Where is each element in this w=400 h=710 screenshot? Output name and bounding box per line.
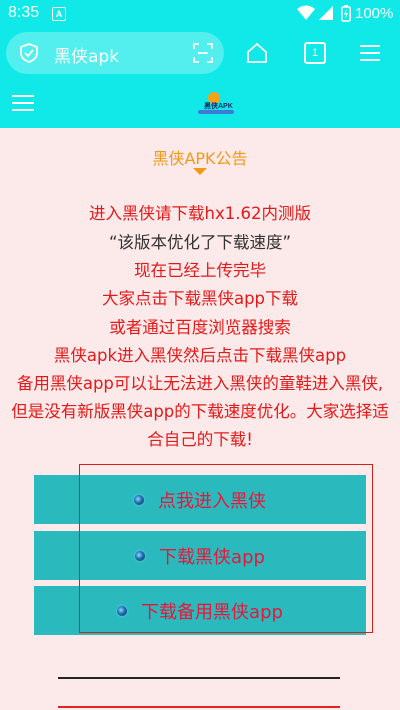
download-backup-app-button[interactable]: 下载备用黑侠app	[34, 586, 366, 635]
button-label: 下载备用黑侠app	[141, 601, 283, 623]
logo-text: 黑侠APK	[204, 103, 233, 110]
button-label: 点我进入黑侠	[158, 490, 266, 512]
message-line: 现在已经上传完毕	[134, 261, 266, 280]
wifi-icon	[297, 5, 315, 20]
status-time: 8:35	[8, 4, 40, 21]
message-line: 或者通过百度浏览器搜索	[109, 318, 291, 337]
tabs-button[interactable]: 1	[304, 42, 326, 64]
divider	[58, 677, 340, 679]
site-header: 黑侠APK	[0, 80, 400, 128]
message-paragraph: 备用黑侠app可以让无法进入黑侠的童鞋进入黑侠,但是没有新版黑侠app的下载速度…	[11, 374, 389, 449]
message-line: 进入黑侠请下载hx1.62内测版	[89, 204, 311, 223]
menu-icon[interactable]	[360, 44, 380, 62]
battery-percent: 100%	[355, 5, 394, 22]
signal-icon	[319, 6, 333, 20]
browser-toolbar: 黑侠apk 1	[0, 28, 400, 80]
notice-heading: 黑侠APK公告	[152, 149, 248, 168]
status-bar: 8:35 A 100%	[0, 0, 400, 28]
home-icon[interactable]	[246, 42, 268, 64]
divider-red	[58, 706, 340, 708]
hamburger-icon[interactable]	[12, 94, 34, 112]
caret-down-icon	[193, 168, 207, 175]
page-title: 黑侠apk	[54, 47, 120, 67]
button-label: 下载黑侠app	[159, 546, 265, 568]
scan-icon[interactable]	[192, 42, 214, 64]
glow-dot-icon	[117, 605, 128, 616]
message-line: 大家点击下载黑侠app下载	[101, 289, 299, 308]
glow-dot-icon	[135, 550, 146, 561]
battery-icon	[341, 5, 351, 22]
glow-dot-icon	[134, 494, 144, 505]
message-line: “该版本优化了下载速度”	[108, 233, 292, 252]
notification-icon: A	[52, 7, 66, 21]
site-logo[interactable]: 黑侠APK	[198, 92, 234, 116]
message-line: 黑侠apk进入黑侠然后点击下载黑侠app	[53, 346, 347, 365]
download-app-button[interactable]: 下载黑侠app	[34, 531, 366, 580]
enter-site-button[interactable]: 点我进入黑侠	[34, 475, 366, 524]
address-bar[interactable]: 黑侠apk	[6, 32, 224, 74]
shield-check-icon	[20, 43, 38, 63]
